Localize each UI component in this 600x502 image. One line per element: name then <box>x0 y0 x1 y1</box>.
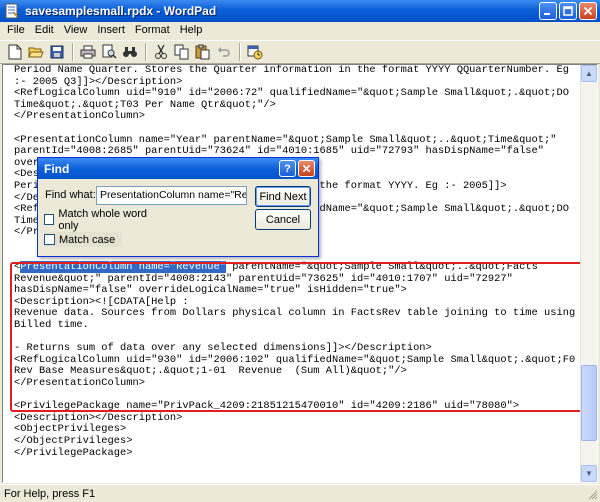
find-dialog: Find ? Find what: PresentationColumn nam… <box>37 157 319 257</box>
find-icon[interactable] <box>120 42 140 62</box>
print-preview-icon[interactable] <box>99 42 119 62</box>
cut-icon[interactable] <box>151 42 171 62</box>
resize-grip-icon[interactable] <box>586 488 598 500</box>
toolbar-separator <box>239 43 241 61</box>
find-dialog-close-button[interactable] <box>298 160 315 177</box>
document-line[interactable]: Period Name Quarter. Stores the Quarter … <box>14 65 584 77</box>
help-button[interactable]: ? <box>279 160 296 177</box>
maximize-button[interactable] <box>559 2 577 20</box>
scroll-down-arrow-icon[interactable]: ▼ <box>581 465 597 482</box>
match-case-label[interactable]: Match case <box>59 234 115 246</box>
find-dialog-title-bar[interactable]: Find ? <box>38 158 318 179</box>
vertical-scrollbar[interactable]: ▲ ▼ <box>580 65 597 482</box>
match-case-checkbox[interactable] <box>44 234 55 245</box>
new-icon[interactable] <box>5 42 25 62</box>
document-line[interactable]: </PrivilegePackage> <box>14 447 584 460</box>
document-line[interactable]: </PresentationColumn> <box>14 377 584 390</box>
document-line[interactable]: parentId="4008:2685" parentUid="73624" i… <box>14 146 584 158</box>
document-line[interactable]: Billed time. <box>14 319 584 332</box>
menu-view[interactable]: View <box>59 22 93 39</box>
window-title: savesamplesmall.rpdx - WordPad <box>25 4 217 18</box>
document-text[interactable]: Period Name Quarter. Stores the Quarter … <box>14 65 584 459</box>
close-button[interactable] <box>579 2 597 20</box>
menu-edit[interactable]: Edit <box>30 22 59 39</box>
cancel-button[interactable]: Cancel <box>255 209 311 230</box>
undo-icon[interactable] <box>214 42 234 62</box>
scroll-up-arrow-icon[interactable]: ▲ <box>581 65 597 82</box>
scrollbar-thumb[interactable] <box>581 365 597 441</box>
title-bar[interactable]: savesamplesmall.rpdx - WordPad <box>0 0 600 22</box>
toolbar <box>0 40 600 64</box>
document-line[interactable] <box>14 123 584 135</box>
print-icon[interactable] <box>78 42 98 62</box>
match-whole-word-label[interactable]: Match whole word only <box>58 208 162 232</box>
minimize-button[interactable] <box>539 2 557 20</box>
window-controls <box>539 2 597 20</box>
document-area[interactable]: Period Name Quarter. Stores the Quarter … <box>2 64 598 483</box>
document-line[interactable]: <PresentationColumn name="Revenue" paren… <box>14 261 584 274</box>
open-icon[interactable] <box>26 42 46 62</box>
toolbar-separator <box>72 43 74 61</box>
find-dialog-controls: ? <box>279 160 315 177</box>
find-dialog-title: Find <box>44 161 70 176</box>
status-text: For Help, press F1 <box>4 487 96 500</box>
menu-insert[interactable]: Insert <box>92 22 130 39</box>
insert-date-icon[interactable] <box>245 42 265 62</box>
match-case-row[interactable]: Match case <box>44 232 122 247</box>
menu-help[interactable]: Help <box>175 22 208 39</box>
copy-icon[interactable] <box>172 42 192 62</box>
match-whole-word-checkbox[interactable] <box>44 214 55 225</box>
selected-text[interactable]: PresentationColumn name="Revenue" <box>20 261 227 274</box>
document-line[interactable]: </PresentationColumn> <box>14 111 584 123</box>
menu-format[interactable]: Format <box>130 22 175 39</box>
wordpad-app-icon[interactable] <box>4 3 20 19</box>
document-line[interactable]: </ObjectPrivileges> <box>14 435 584 448</box>
document-line[interactable]: Revenue data. Sources from Dollars physi… <box>14 308 584 320</box>
save-icon[interactable] <box>47 42 67 62</box>
menu-file[interactable]: File <box>2 22 30 39</box>
status-bar: For Help, press F1 <box>0 484 600 502</box>
find-next-button[interactable]: Find Next <box>255 186 311 207</box>
match-whole-word-row[interactable]: Match whole word only <box>44 208 162 232</box>
find-what-label: Find what: <box>45 189 96 201</box>
toolbar-separator <box>145 43 147 61</box>
paste-icon[interactable] <box>193 42 213 62</box>
menu-bar: File Edit View Insert Format Help <box>0 22 600 39</box>
find-what-input[interactable]: PresentationColumn name="Revenue" <box>96 186 247 205</box>
